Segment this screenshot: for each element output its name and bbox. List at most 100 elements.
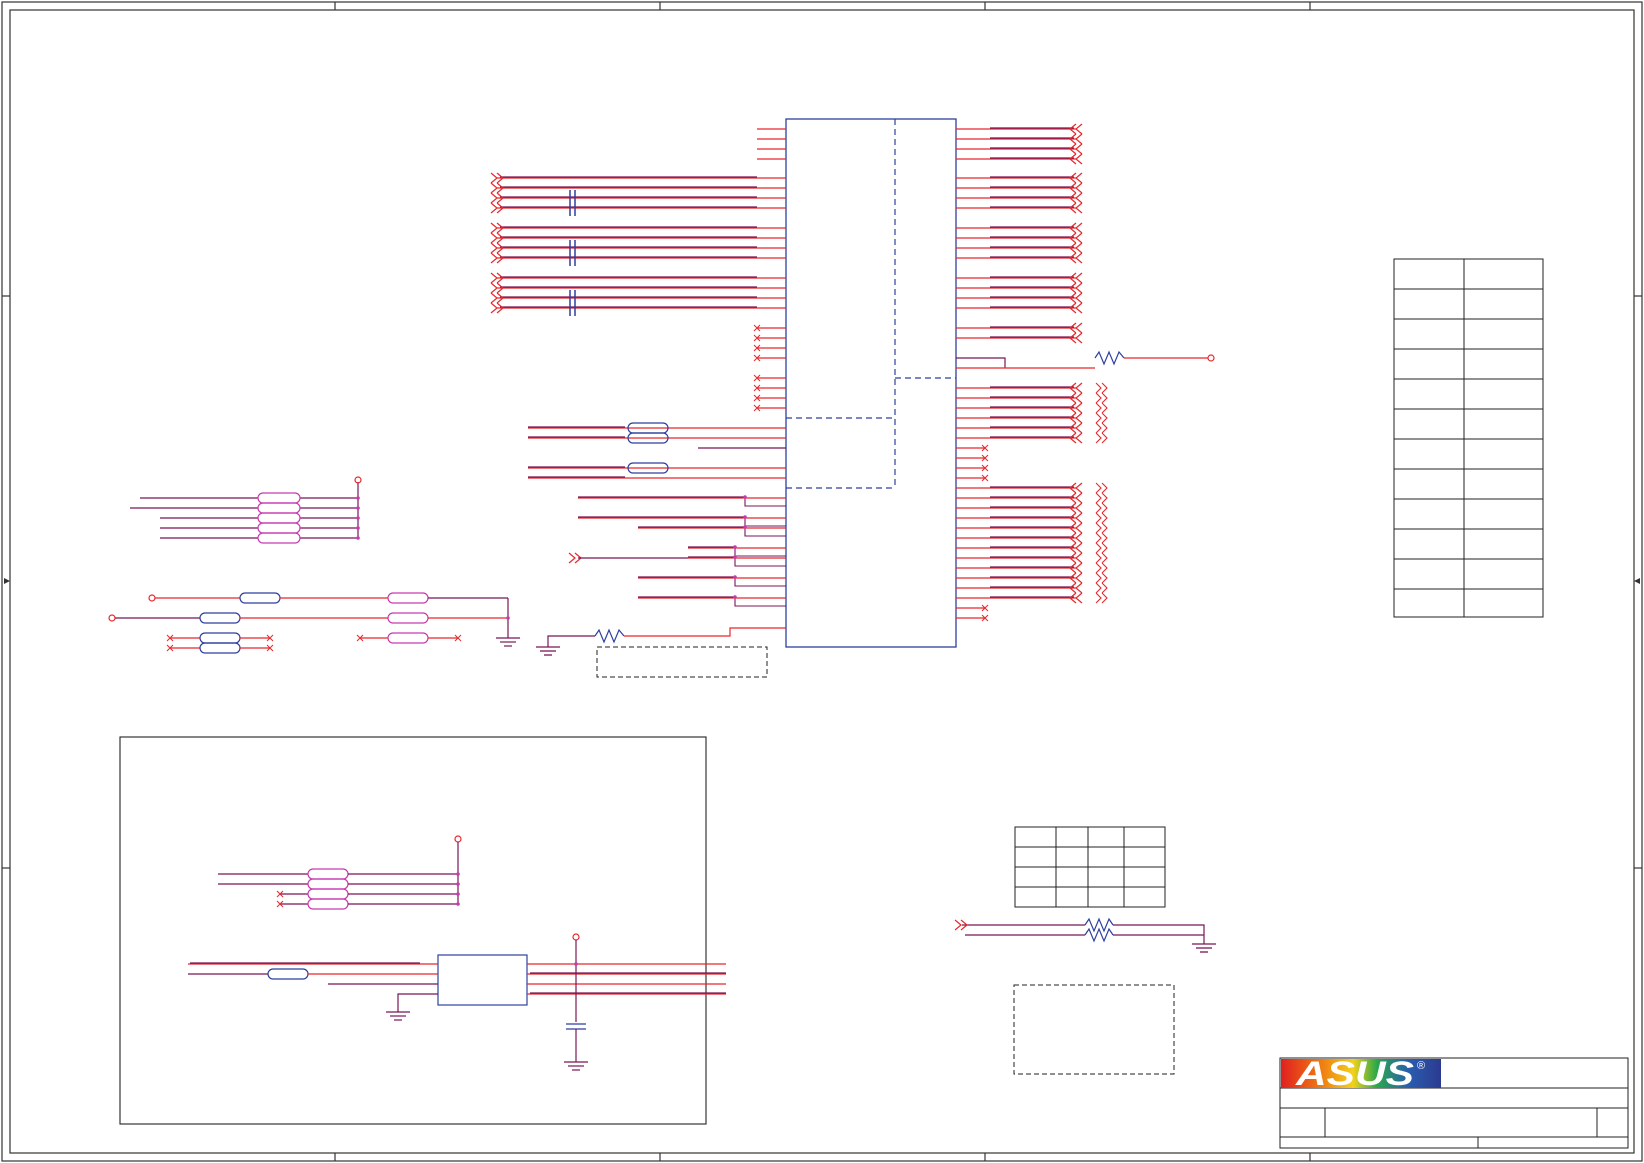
note-box-lower: [1013, 984, 1175, 1075]
connector-chevron: [1075, 332, 1083, 344]
connector-chevron: [1075, 422, 1083, 434]
termination-mark: [1101, 492, 1108, 504]
connector-chevron: [1075, 592, 1083, 604]
connector-chevron: [1075, 512, 1083, 524]
termination-mark: [1101, 422, 1108, 434]
option-table: [1014, 826, 1166, 908]
ferrite-bead: [387, 592, 429, 604]
connector-chevron: [568, 552, 576, 564]
connector-chevron: [490, 242, 498, 254]
ferrite-bead: [307, 898, 349, 910]
connector-chevron: [1075, 133, 1083, 145]
termination-mark: [1095, 512, 1102, 524]
connector-chevron: [1075, 202, 1083, 214]
junction-dot: [743, 515, 747, 519]
junction-dot: [456, 892, 460, 896]
termination-mark: [1101, 542, 1108, 554]
connector-chevron: [1075, 572, 1083, 584]
connector-chevron: [1075, 492, 1083, 504]
connector-chevron: [1075, 402, 1083, 414]
junction-dot: [733, 545, 737, 549]
junction-dot: [733, 595, 737, 599]
connector-chevron: [1075, 292, 1083, 304]
connector-chevron: [1075, 552, 1083, 564]
ferrite-bead: [267, 968, 309, 980]
ground-resistor: [536, 627, 786, 656]
junction-dot: [356, 496, 360, 500]
subcircuit-nets: [188, 835, 726, 1071]
connector-chevron: [1075, 302, 1083, 314]
note-box-ic: [596, 646, 768, 678]
connector-chevron: [1075, 562, 1083, 574]
junction-dot: [733, 575, 737, 579]
asus-logo: ASUS ®: [1281, 1055, 1441, 1093]
schematic-sheet: ASUS ®: [1, 1, 1643, 1162]
connector-chevron: [1075, 143, 1083, 155]
connector-chevron: [490, 202, 498, 214]
termination-mark: [1095, 542, 1102, 554]
gnd-wire: [397, 993, 438, 1012]
connector-chevron: [1075, 502, 1083, 514]
connector-chevron: [1075, 322, 1083, 334]
termination-mark: [1095, 412, 1102, 424]
connector-chevron: [1075, 123, 1083, 135]
ferrite-bead: [199, 612, 241, 624]
termination-mark: [1095, 502, 1102, 514]
termination-mark: [1095, 432, 1102, 444]
connector-chevron: [1075, 482, 1083, 494]
connector-chevron: [1075, 282, 1083, 294]
termination-mark: [1101, 582, 1108, 594]
termination-mark: [1101, 382, 1108, 394]
connector-chevron: [490, 172, 498, 184]
main-ic: [785, 118, 957, 648]
connector-chevron: [1075, 252, 1083, 264]
ferrite-bead: [257, 522, 301, 534]
junction-dot: [506, 616, 510, 620]
termination-mark: [1101, 522, 1108, 534]
table-frame: [1393, 258, 1544, 618]
pin-mapping-table: [1393, 258, 1544, 618]
logo-wordmark: ASUS: [1295, 1055, 1415, 1093]
junction-dot: [356, 526, 360, 530]
connector-chevron: [1075, 182, 1083, 194]
connector-chevron: [490, 252, 498, 264]
connector-chevron: [490, 302, 498, 314]
connector-chevron: [490, 292, 498, 304]
connector-chevron: [1075, 392, 1083, 404]
termination-mark: [1095, 562, 1102, 574]
connector-chevron: [1075, 432, 1083, 444]
termination-mark: [1095, 382, 1102, 394]
ferrite-bead: [307, 888, 349, 900]
connector-chevron: [490, 272, 498, 284]
termination-mark: [1101, 392, 1108, 404]
termination-mark: [1095, 482, 1102, 494]
sheet-frame: [1, 1, 1643, 1162]
test-point: [454, 835, 462, 843]
ferrite-bead: [199, 632, 241, 644]
termination-mark: [1095, 582, 1102, 594]
connector-chevron: [1075, 382, 1083, 394]
connector-chevron: [1075, 582, 1083, 594]
termination-mark: [1101, 592, 1108, 604]
test-point: [108, 614, 116, 622]
registered-mark: ®: [1417, 1060, 1425, 1072]
connector-chevron: [1075, 153, 1083, 165]
main-ic-left-nets: [490, 128, 786, 607]
termination-mark: [1101, 402, 1108, 414]
ferrite-bead: [387, 612, 429, 624]
pullup-resistor-right: [956, 350, 1215, 369]
connector-chevron: [1075, 172, 1083, 184]
junction-dot: [356, 516, 360, 520]
ferrite-bead: [307, 868, 349, 880]
termination-mark: [1101, 532, 1108, 544]
connector-chevron: [1075, 412, 1083, 424]
connector-chevron: [1075, 242, 1083, 254]
junction-dot: [733, 555, 737, 559]
dual-resistor-ground: [954, 917, 1216, 953]
ferrite-bead: [387, 632, 429, 644]
termination-mark: [1101, 482, 1108, 494]
junction-dot: [456, 882, 460, 886]
termination-mark: [1101, 562, 1108, 574]
junction-dot: [743, 525, 747, 529]
termination-mark: [1095, 572, 1102, 584]
